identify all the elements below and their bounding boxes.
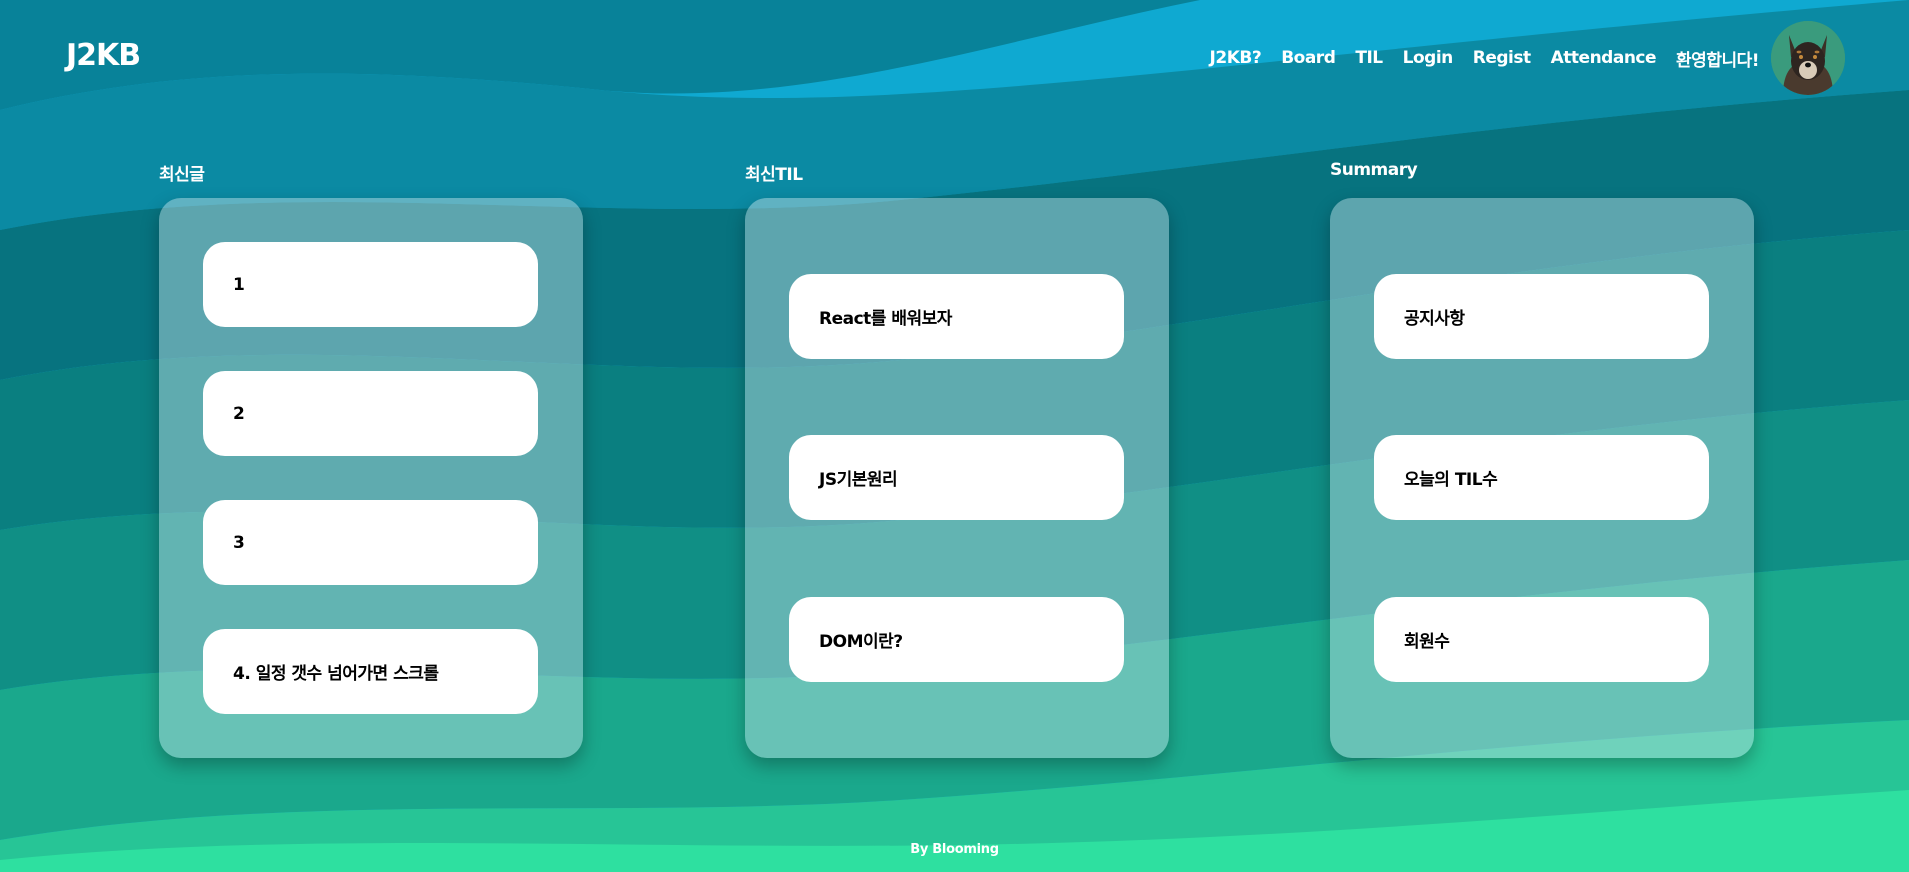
summary-card[interactable]: 회원수 [1374,597,1709,682]
site-logo[interactable]: J2KB [66,38,141,73]
post-card[interactable]: 2 [203,371,538,456]
til-card[interactable]: DOM이란? [789,597,1124,682]
summary-card[interactable]: 오늘의 TIL수 [1374,435,1709,520]
nav-board[interactable]: Board [1281,48,1336,68]
latest-posts-section: 최신글 1 2 3 4. 일정 갯수 넘어가면 스크롤 [159,160,583,758]
nav-attendance[interactable]: Attendance [1551,48,1657,68]
latest-posts-panel: 1 2 3 4. 일정 갯수 넘어가면 스크롤 [159,198,583,758]
main-nav: J2KB? Board TIL Login Regist Attendance … [1210,18,1845,98]
latest-til-title: 최신TIL [745,165,803,185]
nav-regist[interactable]: Regist [1473,48,1531,68]
summary-title: Summary [1330,160,1418,180]
nav-j2kb[interactable]: J2KB? [1210,48,1262,68]
nav-til[interactable]: TIL [1355,48,1383,68]
latest-til-panel: React를 배워보자 JS기본원리 DOM이란? [745,198,1169,758]
til-card[interactable]: React를 배워보자 [789,274,1124,359]
post-card[interactable]: 3 [203,500,538,585]
nav-welcome[interactable]: 환영합니다! [1676,46,1759,71]
post-card[interactable]: 4. 일정 갯수 넘어가면 스크롤 [203,629,538,714]
avatar[interactable] [1771,21,1845,95]
latest-til-section: 최신TIL React를 배워보자 JS기본원리 DOM이란? [745,160,1169,758]
post-card[interactable]: 1 [203,242,538,327]
dog-avatar-icon [1771,21,1845,95]
top-header: J2KB J2KB? Board TIL Login Regist Attend… [0,0,1909,118]
summary-card[interactable]: 공지사항 [1374,274,1709,359]
summary-section: Summary 공지사항 오늘의 TIL수 회원수 [1330,160,1754,758]
til-card[interactable]: JS기본원리 [789,435,1124,520]
nav-login[interactable]: Login [1403,48,1454,68]
footer-credit: By Blooming [910,842,999,857]
summary-panel: 공지사항 오늘의 TIL수 회원수 [1330,198,1754,758]
latest-posts-title: 최신글 [159,165,205,185]
